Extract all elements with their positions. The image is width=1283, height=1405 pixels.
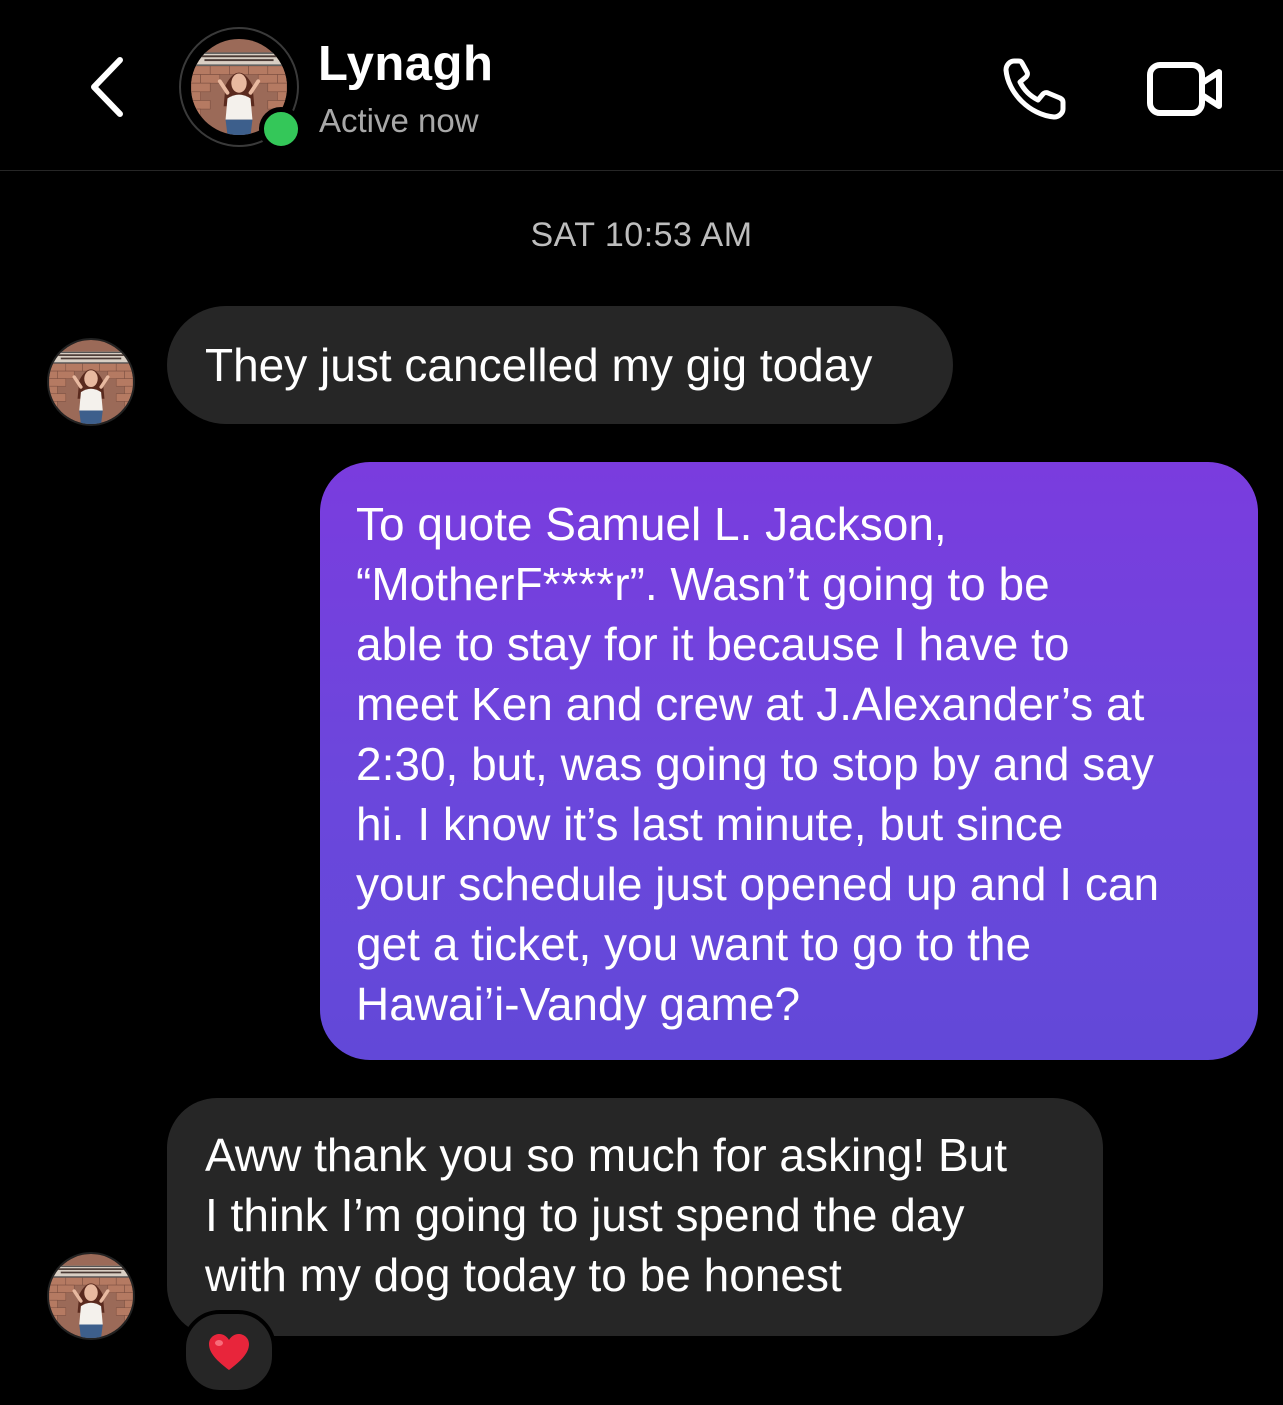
chat-header: Lynagh Active now: [0, 0, 1283, 171]
phone-icon: [1003, 58, 1066, 120]
voice-call-button[interactable]: [1000, 55, 1076, 123]
incoming-message[interactable]: Aww thank you so much for asking! But I …: [167, 1098, 1103, 1336]
video-call-button[interactable]: [1145, 55, 1225, 121]
video-camera-icon: [1147, 62, 1222, 116]
red-heart-icon: [209, 1334, 249, 1370]
thread-timestamp: SAT 10:53 AM: [530, 216, 753, 254]
sender-avatar[interactable]: [47, 1252, 135, 1340]
message-reaction[interactable]: [182, 1310, 276, 1394]
contact-avatar[interactable]: [179, 27, 303, 151]
chevron-left-icon: [91, 57, 123, 117]
contact-name[interactable]: Lynagh: [318, 36, 493, 92]
incoming-message[interactable]: They just cancelled my gig today: [167, 306, 953, 424]
outgoing-message[interactable]: To quote Samuel L. Jackson, “MotherF****…: [320, 462, 1258, 1060]
sender-avatar[interactable]: [47, 338, 135, 426]
contact-status: Active now: [319, 102, 479, 139]
online-indicator: [259, 107, 303, 151]
back-button[interactable]: [80, 52, 136, 122]
